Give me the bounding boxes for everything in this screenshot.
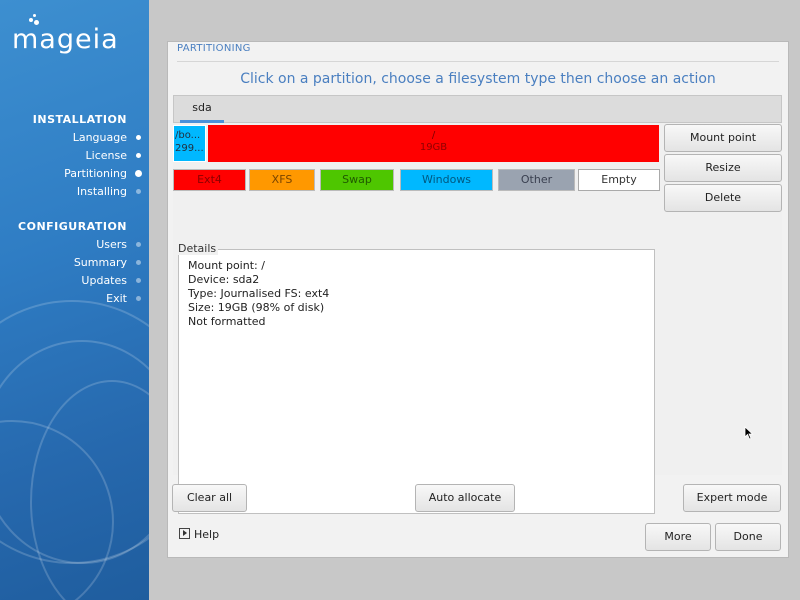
sidebar-item-label: Updates xyxy=(81,274,127,287)
sidebar-item-summary[interactable]: Summary xyxy=(7,256,141,269)
tab-sda[interactable]: sda xyxy=(180,96,224,123)
details-panel: Mount point: / Device: sda2 Type: Journa… xyxy=(178,249,655,514)
step-pending-icon xyxy=(136,242,141,247)
tab-label: sda xyxy=(192,101,212,114)
instruction-text: Click on a partition, choose a filesyste… xyxy=(240,71,716,87)
sidebar-item-label: Exit xyxy=(106,292,127,305)
fs-type-empty[interactable]: Empty xyxy=(578,169,660,191)
fs-type-xfs[interactable]: XFS xyxy=(249,169,315,191)
step-pending-icon xyxy=(136,189,141,194)
partition-name: /bo... xyxy=(175,130,201,141)
step-pending-icon xyxy=(136,296,141,301)
sidebar-item-language[interactable]: Language xyxy=(7,131,141,144)
mageia-logo: mageia xyxy=(12,14,142,55)
sidebar-item-license[interactable]: License xyxy=(7,149,141,162)
fs-type-swap[interactable]: Swap xyxy=(320,169,394,191)
sidebar-item-updates[interactable]: Updates xyxy=(7,274,141,287)
sidebar-item-label: Installing xyxy=(76,185,127,198)
mount-point-button[interactable]: Mount point xyxy=(664,124,782,152)
partition-root[interactable]: / 19GB xyxy=(208,125,659,162)
title-divider xyxy=(177,61,779,62)
detail-line: Type: Journalised FS: ext4 xyxy=(188,287,330,300)
help-button[interactable]: Help xyxy=(179,528,219,541)
partitioning-window: PARTITIONING Click on a partition, choos… xyxy=(167,41,789,558)
step-pending-icon xyxy=(136,278,141,283)
step-pending-icon xyxy=(136,260,141,265)
step-done-icon xyxy=(136,135,141,140)
clear-all-button[interactable]: Clear all xyxy=(172,484,247,512)
mouse-pointer-icon xyxy=(744,426,754,440)
partition-size: 299... xyxy=(175,143,204,154)
partition-boot[interactable]: /bo... 299... xyxy=(173,125,206,162)
installation-section-title: INSTALLATION xyxy=(32,113,127,126)
sidebar-item-exit[interactable]: Exit xyxy=(7,292,141,305)
step-done-icon xyxy=(136,153,141,158)
configuration-section-title: CONFIGURATION xyxy=(18,220,127,233)
partition-size: 19GB xyxy=(419,142,448,153)
sidebar-item-label: Language xyxy=(72,131,127,144)
expert-mode-button[interactable]: Expert mode xyxy=(683,484,781,512)
sidebar-item-label: Summary xyxy=(73,256,127,269)
fs-type-other[interactable]: Other xyxy=(498,169,575,191)
delete-button[interactable]: Delete xyxy=(664,184,782,212)
disk-pane: /bo... 299... / 19GB Ext4 XFS Swap Windo… xyxy=(173,123,782,514)
done-button[interactable]: Done xyxy=(715,523,781,551)
sidebar-item-partitioning[interactable]: Partitioning xyxy=(7,167,141,180)
step-current-icon xyxy=(136,171,141,176)
details-title: Details xyxy=(176,242,219,255)
more-button[interactable]: More xyxy=(645,523,711,551)
partition-name: / xyxy=(431,130,436,141)
logo-text: mageia xyxy=(12,24,119,55)
sidebar-item-users[interactable]: Users xyxy=(7,238,141,251)
detail-line: Not formatted xyxy=(188,315,266,328)
detail-line: Mount point: / xyxy=(188,259,265,272)
fs-type-ext4[interactable]: Ext4 xyxy=(173,169,246,191)
detail-line: Size: 19GB (98% of disk) xyxy=(188,301,325,314)
help-label: Help xyxy=(194,528,220,541)
auto-allocate-button[interactable]: Auto allocate xyxy=(415,484,515,512)
sidebar-item-label: Partitioning xyxy=(64,167,127,180)
sidebar-item-label: Users xyxy=(96,238,127,251)
sidebar-item-label: License xyxy=(85,149,127,162)
disk-tabbar: sda xyxy=(173,95,782,123)
resize-button[interactable]: Resize xyxy=(664,154,782,182)
detail-line: Device: sda2 xyxy=(188,273,260,286)
sidebar-item-installing[interactable]: Installing xyxy=(7,185,141,198)
fs-type-windows[interactable]: Windows xyxy=(400,169,493,191)
help-arrow-icon xyxy=(179,528,190,539)
sidebar: mageia INSTALLATION Language License Par… xyxy=(0,0,149,600)
window-title: PARTITIONING xyxy=(177,43,251,54)
